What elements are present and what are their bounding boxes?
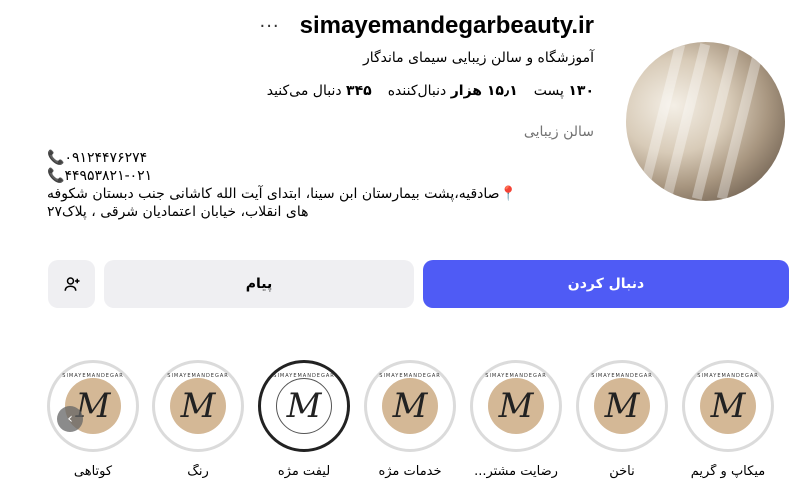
followers-stat[interactable]: ۱۵٫۱ هزار دنبال‌کننده <box>388 83 518 99</box>
highlight-label: میکاپ و گریم <box>690 464 766 479</box>
highlight-label: رنگ <box>187 464 209 479</box>
profile-avatar[interactable] <box>626 42 785 201</box>
chevron-left-icon[interactable]: ‹ <box>57 406 83 432</box>
bio-phone-landline: ۴۴۹۵۳۸۲۱-۰۲۱📞 <box>47 168 153 184</box>
bio-phone-mobile: ۰۹۱۲۴۴۷۶۲۷۴📞 <box>47 150 148 166</box>
highlight-item[interactable]: SIMAYEMANDEGAR M رنگ <box>152 360 244 479</box>
highlight-item[interactable]: SIMAYEMANDEGAR M لیفت مژه <box>258 360 350 479</box>
highlight-item[interactable]: SIMAYEMANDEGAR M رضایت مشتر... <box>470 360 562 479</box>
profile-stats: ۱۳۰ پست ۱۵٫۱ هزار دنبال‌کننده ۳۴۵ دنبال … <box>267 83 594 99</box>
highlight-item[interactable]: SIMAYEMANDEGAR M خدمات مژه <box>364 360 456 479</box>
highlight-label: رضایت مشتر... <box>474 464 558 479</box>
profile-actions: پیام دنبال کردن <box>48 260 789 308</box>
bio-address-line1: 📍صادقیه،پشت بیمارستان ابن سینا، ابتدای آ… <box>47 186 517 202</box>
profile-full-name: آموزشگاه و سالن زیبایی سیمای ماندگار <box>362 50 594 66</box>
following-stat[interactable]: ۳۴۵ دنبال می‌کنید <box>267 83 372 99</box>
suggested-accounts-button[interactable] <box>48 260 95 308</box>
username-row: ··· simayemandegarbeauty.ir <box>259 12 594 40</box>
profile-category: سالن زیبایی <box>523 124 594 140</box>
highlight-label: خدمات مژه <box>378 464 442 479</box>
more-options-icon[interactable]: ··· <box>259 16 279 37</box>
add-person-icon <box>64 277 79 291</box>
highlight-label: ناخن <box>609 464 635 479</box>
posts-stat[interactable]: ۱۳۰ پست <box>534 83 594 99</box>
highlight-label: لیفت مژه <box>277 464 331 479</box>
highlight-label: کوتاهی <box>73 464 113 479</box>
highlight-item[interactable]: SIMAYEMANDEGAR M ناخن <box>576 360 668 479</box>
story-highlights: SIMAYEMANDEGAR M میکاپ و گریم SIMAYEMANDE… <box>47 360 777 490</box>
follow-button[interactable]: دنبال کردن <box>423 260 789 308</box>
highlight-item[interactable]: SIMAYEMANDEGAR M میکاپ و گریم <box>682 360 774 479</box>
message-button[interactable]: پیام <box>104 260 414 308</box>
bio-address-line2: های انقلاب، خیابان اعتمادیان شرقی ، پلاک… <box>47 204 309 220</box>
profile-bio: ۰۹۱۲۴۴۷۶۲۷۴📞 ۴۴۹۵۳۸۲۱-۰۲۱📞 📍صادقیه،پشت ب… <box>47 149 567 221</box>
profile-username: simayemandegarbeauty.ir <box>299 12 594 39</box>
